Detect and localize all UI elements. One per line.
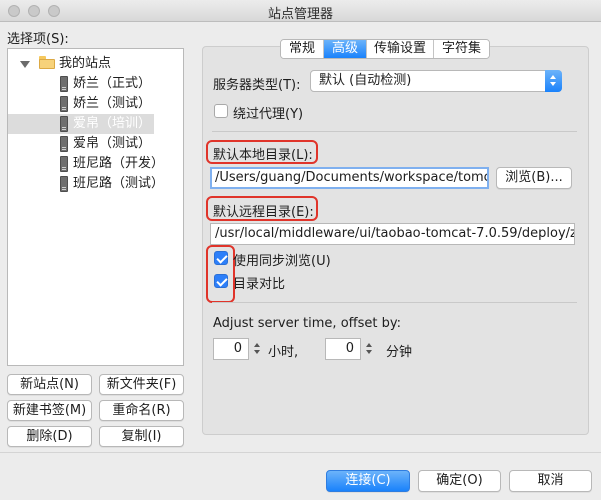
tree-item[interactable]: 娇兰（测试） — [8, 94, 183, 114]
server-icon — [60, 116, 68, 132]
bypass-proxy-label: 绕过代理(Y) — [233, 107, 304, 122]
delete-button[interactable]: 删除(D) — [7, 426, 92, 447]
tree-item-label: 爱帛（培训） — [73, 116, 152, 131]
tree-root[interactable]: 我的站点 — [8, 54, 183, 74]
minutes-unit-label: 分钟 — [386, 345, 413, 360]
server-type-select[interactable]: 默认 (自动检测) — [310, 70, 562, 92]
new-folder-button[interactable]: 新文件夹(F) — [99, 374, 184, 395]
remote-dir-input[interactable]: /usr/local/middleware/ui/taobao-tomcat-7… — [210, 223, 575, 245]
sync-browse-label: 使用同步浏览(U) — [233, 254, 331, 269]
tab-transfer-settings[interactable]: 传输设置 — [367, 40, 434, 58]
tab-advanced[interactable]: 高级 — [324, 40, 367, 58]
server-icon — [60, 156, 68, 172]
tree-item[interactable]: 娇兰（正式） — [8, 74, 183, 94]
tree-item-label: 班尼路（测试） — [73, 176, 165, 191]
sync-browse-checkbox[interactable] — [214, 251, 228, 265]
tree-item[interactable]: 班尼路（开发） — [8, 154, 183, 174]
tree-item-selected[interactable]: 爱帛（培训） — [8, 114, 154, 134]
tree-item-label: 班尼路（开发） — [73, 156, 165, 171]
bypass-proxy-checkbox[interactable] — [214, 104, 228, 118]
server-type-value: 默认 (自动检测) — [319, 73, 412, 88]
tree-item[interactable]: 班尼路（测试） — [8, 174, 183, 194]
server-type-label: 服务器类型(T): — [213, 78, 301, 93]
window-title: 站点管理器 — [267, 7, 333, 22]
tree-root-label: 我的站点 — [59, 56, 112, 71]
new-bookmark-button[interactable]: 新建书签(M) — [7, 400, 92, 421]
server-icon — [60, 176, 68, 192]
disclosure-triangle-icon[interactable] — [20, 61, 30, 68]
tab-charset[interactable]: 字符集 — [434, 40, 489, 58]
tree-item-label: 爱帛（测试） — [73, 136, 152, 151]
rename-button[interactable]: 重命名(R) — [99, 400, 184, 421]
minutes-stepper-icon[interactable] — [364, 338, 375, 360]
divider — [212, 302, 577, 303]
tree-item-label: 娇兰（测试） — [73, 96, 152, 111]
copy-button[interactable]: 复制(I) — [99, 426, 184, 447]
divider — [212, 131, 577, 132]
tab-bar: 常规 高级 传输设置 字符集 — [280, 39, 490, 59]
folder-icon — [39, 56, 55, 69]
browse-button[interactable]: 浏览(B)... — [496, 167, 572, 189]
tab-general[interactable]: 常规 — [281, 40, 324, 58]
local-dir-label: 默认本地目录(L): — [213, 148, 313, 163]
ok-button[interactable]: 确定(O) — [418, 470, 501, 492]
dir-compare-label: 目录对比 — [233, 277, 286, 292]
site-tree[interactable]: 我的站点 娇兰（正式） 娇兰（测试） 爱帛（培训） 爱帛（测试） 班尼路（开发）… — [7, 48, 184, 366]
server-icon — [60, 136, 68, 152]
tree-item[interactable]: 爱帛（测试） — [8, 134, 183, 154]
local-dir-input[interactable]: /Users/guang/Documents/workspace/tomcat/… — [210, 167, 489, 189]
server-icon — [60, 76, 68, 92]
title-bar: 站点管理器 — [0, 0, 601, 22]
new-site-button[interactable]: 新站点(N) — [7, 374, 92, 395]
tree-label: 选择项(S): — [7, 32, 69, 47]
hours-offset-input[interactable]: 0 — [213, 338, 249, 360]
hours-stepper-icon[interactable] — [252, 338, 263, 360]
tree-item-label: 娇兰（正式） — [73, 76, 152, 91]
minutes-offset-input[interactable]: 0 — [325, 338, 361, 360]
connect-button[interactable]: 连接(C) — [326, 470, 410, 492]
adjust-time-label: Adjust server time, offset by: — [213, 316, 401, 331]
footer-divider — [0, 452, 601, 453]
dir-compare-checkbox[interactable] — [214, 274, 228, 288]
hours-unit-label: 小时, — [268, 345, 299, 360]
remote-dir-label: 默认远程目录(E): — [213, 205, 314, 220]
chevron-updown-icon — [545, 70, 562, 92]
cancel-button[interactable]: 取消 — [509, 470, 592, 492]
server-icon — [60, 96, 68, 112]
